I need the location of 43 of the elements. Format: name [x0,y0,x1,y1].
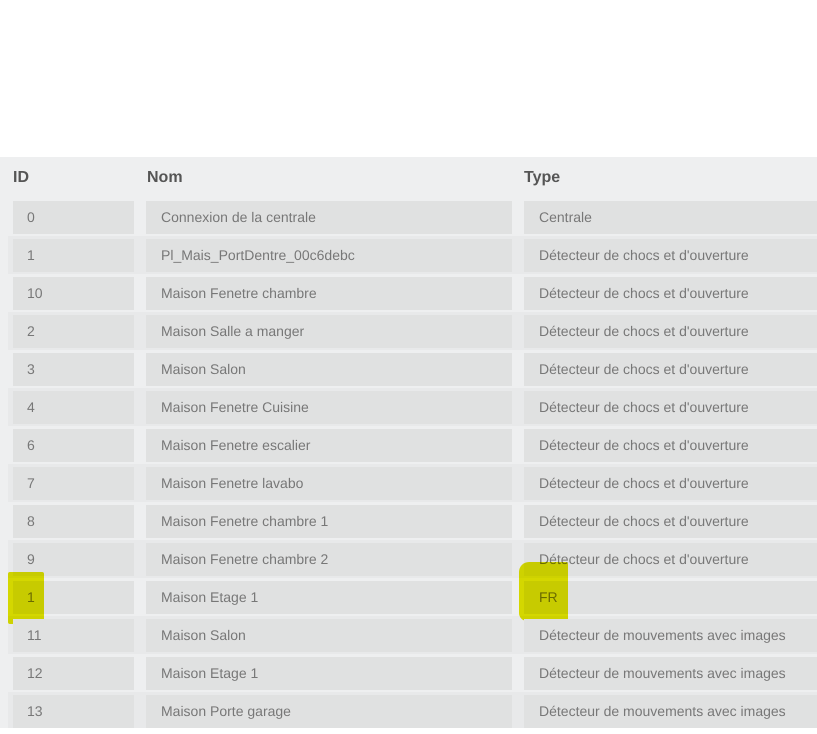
type-cell: Détecteur de chocs et d'ouverture [524,428,817,462]
name-cell: Maison Salle a manger [146,314,512,348]
name-cell: Maison Etage 1 [146,580,512,614]
type-cell: Détecteur de chocs et d'ouverture [524,276,817,310]
name-cell: Connexion de la centrale [146,200,512,234]
name-cell: Maison Salon [146,618,512,652]
type-cell: Détecteur de chocs et d'ouverture [524,542,817,576]
type-cell: Centrale [524,200,817,234]
name-cell: Maison Fenetre lavabo [146,466,512,500]
type-cell: Détecteur de chocs et d'ouverture [524,238,817,272]
name-cell: Maison Fenetre chambre 1 [146,504,512,538]
id-cell: 0 [13,200,134,234]
id-cell: 13 [13,694,134,728]
type-cell: Détecteur de mouvements avec images [524,694,817,728]
type-cell: Détecteur de chocs et d'ouverture [524,390,817,424]
id-cell: 6 [13,428,134,462]
id-cell: 4 [13,390,134,424]
name-cell: Maison Salon [146,352,512,386]
name-cell: Pl_Mais_PortDentre_00c6debc [146,238,512,272]
id-cell: 8 [13,504,134,538]
column-header: Type [524,168,560,186]
id-cell: 11 [13,618,134,652]
id-cell: 7 [13,466,134,500]
name-cell: Maison Fenetre Cuisine [146,390,512,424]
id-cell: 1 [13,238,134,272]
name-cell: Maison Fenetre chambre [146,276,512,310]
type-cell: Détecteur de chocs et d'ouverture [524,466,817,500]
type-cell: Détecteur de chocs et d'ouverture [524,352,817,386]
id-cell: 3 [13,352,134,386]
id-cell: 9 [13,542,134,576]
name-cell: Maison Porte garage [146,694,512,728]
name-cell: Maison Fenetre escalier [146,428,512,462]
id-cell: 10 [13,276,134,310]
type-cell: Détecteur de chocs et d'ouverture [524,314,817,348]
type-cell: Détecteur de mouvements avec images [524,618,817,652]
id-cell: 2 [13,314,134,348]
column-header: ID [13,168,29,186]
type-cell: Détecteur de mouvements avec images [524,656,817,690]
id-cell: 12 [13,656,134,690]
type-cell: Détecteur de chocs et d'ouverture [524,504,817,538]
name-cell: Maison Etage 1 [146,656,512,690]
column-header: Nom [147,168,183,186]
name-cell: Maison Fenetre chambre 2 [146,542,512,576]
